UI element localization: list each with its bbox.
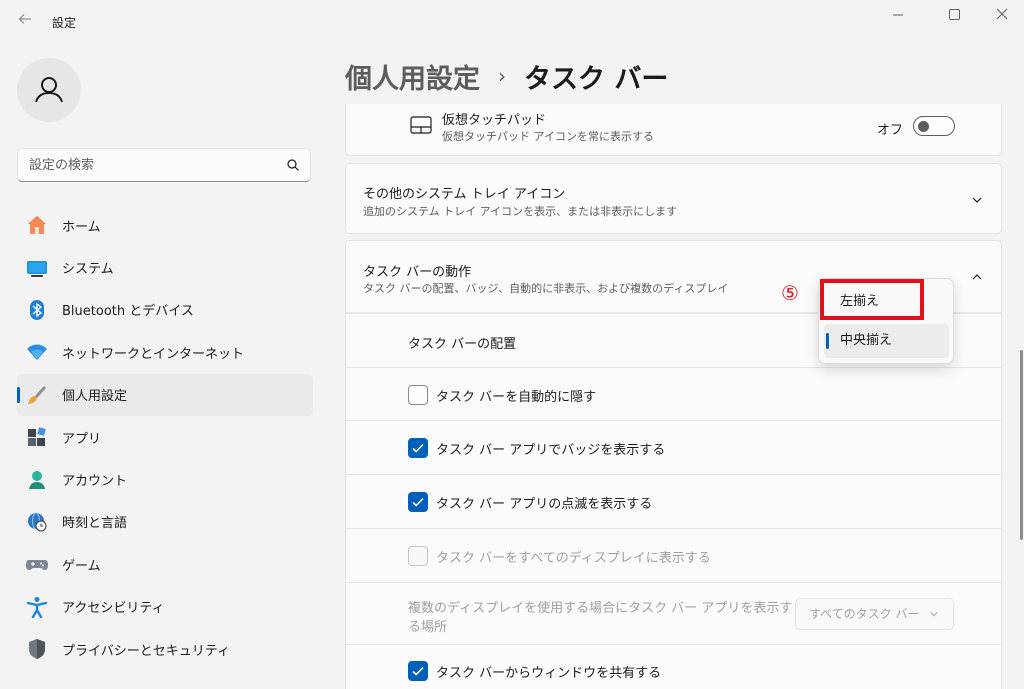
sidebar-item-network[interactable]: ネットワークとインターネット [17, 331, 313, 373]
share-window-label: タスク バーからウィンドウを共有する [436, 666, 662, 681]
close-icon [996, 8, 1008, 20]
checkmark-icon [412, 666, 424, 676]
badges-checkbox[interactable] [408, 438, 428, 458]
chevron-down-icon [930, 611, 938, 617]
multi-display-select: すべてのタスク バー [795, 598, 954, 630]
shield-icon [29, 639, 45, 660]
maximize-icon [949, 9, 960, 20]
checkmark-icon [412, 497, 424, 507]
sidebar-item-apps[interactable]: アプリ [17, 416, 313, 458]
multi-display-label-line2: る場所 [408, 620, 448, 635]
badges-label: タスク バー アプリでバッジを表示する [436, 443, 666, 458]
multi-display-select-value: すべてのタスク バー [809, 607, 920, 621]
sidebar-nav: ホーム システム Bluetooth とデバイス ネットワークとインターネット … [17, 204, 313, 670]
app-title: 設定 [52, 16, 77, 30]
globe-clock-icon [28, 512, 47, 532]
sidebar-item-bluetooth[interactable]: Bluetooth とデバイス [17, 289, 313, 331]
sidebar-item-gaming[interactable]: ゲーム [17, 543, 313, 585]
wifi-icon [27, 344, 47, 361]
checkmark-icon [412, 443, 424, 453]
bluetooth-icon [30, 299, 44, 320]
title-bar: 設定 [0, 0, 1024, 46]
annotation-step-number: ⑤ [781, 281, 799, 305]
minimize-icon [893, 14, 903, 16]
maximize-button[interactable] [936, 4, 972, 26]
apps-icon [28, 427, 46, 447]
alignment-label: タスク バーの配置 [408, 337, 517, 352]
page-title: タスク バー [524, 63, 669, 95]
arrow-left-icon [18, 14, 31, 24]
sidebar-item-personalization[interactable]: 個人用設定 [17, 373, 313, 416]
touchpad-icon [410, 116, 432, 134]
search-icon[interactable] [286, 158, 300, 172]
search-box[interactable] [17, 148, 311, 182]
sidebar-item-system[interactable]: システム [17, 246, 313, 288]
tray-subtitle: 追加のシステム トレイ アイコンを表示、または非表示にします [363, 205, 678, 218]
user-icon [35, 77, 63, 103]
all-displays-row: タスク バーをすべてのディスプレイに表示する [345, 528, 1002, 582]
avatar[interactable] [17, 58, 81, 122]
behaviors-subtitle: タスク バーの配置、バッジ、自動的に非表示、および複数のディスプレイ [363, 282, 729, 295]
paintbrush-icon [28, 385, 46, 404]
accessibility-icon [26, 596, 48, 618]
annotation-highlight-box [820, 279, 924, 320]
behaviors-title: タスク バーの動作 [363, 265, 472, 280]
auto-hide-row[interactable]: タスク バーを自動的に隠す [345, 366, 1002, 420]
touchpad-card: 仮想タッチパッド 仮想タッチパッド アイコンを常に表示する オフ [345, 104, 1002, 156]
sidebar-item-time-language[interactable]: 時刻と言語 [17, 501, 313, 543]
sidebar-item-home[interactable]: ホーム [17, 204, 313, 246]
back-button[interactable] [14, 10, 36, 32]
close-button[interactable] [984, 4, 1020, 26]
touchpad-toggle-label: オフ [877, 123, 904, 138]
flashing-checkbox[interactable] [408, 492, 428, 512]
gamepad-icon [26, 560, 48, 571]
flashing-label: タスク バー アプリの点滅を表示する [436, 497, 653, 512]
flashing-row[interactable]: タスク バー アプリの点滅を表示する [345, 474, 1002, 528]
chevron-down-icon[interactable] [971, 194, 983, 206]
share-window-checkbox[interactable] [408, 661, 428, 681]
minimize-button[interactable] [880, 4, 916, 26]
scrollbar-thumb[interactable] [1020, 350, 1023, 540]
share-window-row[interactable]: タスク バーからウィンドウを共有する [345, 644, 1002, 689]
sidebar-item-accessibility[interactable]: アクセシビリティ [17, 586, 313, 628]
multi-display-label-line1: 複数のディスプレイを使用する場合にタスク バー アプリを表示す [408, 601, 793, 616]
badges-row[interactable]: タスク バー アプリでバッジを表示する [345, 420, 1002, 474]
all-displays-checkbox [408, 546, 428, 566]
all-displays-label: タスク バーをすべてのディスプレイに表示する [436, 551, 711, 566]
breadcrumb: 個人用設定 › タスク バー [345, 56, 668, 96]
option-center-align[interactable]: 中央揃え [824, 324, 949, 358]
auto-hide-checkbox[interactable] [408, 384, 428, 405]
touchpad-title: 仮想タッチパッド [442, 113, 547, 128]
touchpad-subtitle: 仮想タッチパッド アイコンを常に表示する [442, 130, 654, 143]
monitor-icon [27, 260, 47, 277]
search-input[interactable] [29, 155, 279, 175]
breadcrumb-parent[interactable]: 個人用設定 [345, 57, 480, 96]
toggle-knob [918, 121, 929, 132]
sidebar-item-privacy[interactable]: プライバシーとセキュリティ [17, 628, 313, 670]
touchpad-toggle[interactable] [913, 116, 955, 136]
tray-icons-card[interactable]: その他のシステム トレイ アイコン 追加のシステム トレイ アイコンを表示、また… [345, 163, 1002, 234]
home-icon [28, 216, 46, 235]
sidebar-item-accounts[interactable]: アカウント [17, 458, 313, 500]
auto-hide-label: タスク バーを自動的に隠す [436, 389, 597, 405]
tray-title: その他のシステム トレイ アイコン [363, 187, 566, 202]
chevron-up-icon[interactable] [971, 271, 983, 283]
breadcrumb-separator: › [498, 64, 506, 88]
account-icon [29, 470, 45, 489]
